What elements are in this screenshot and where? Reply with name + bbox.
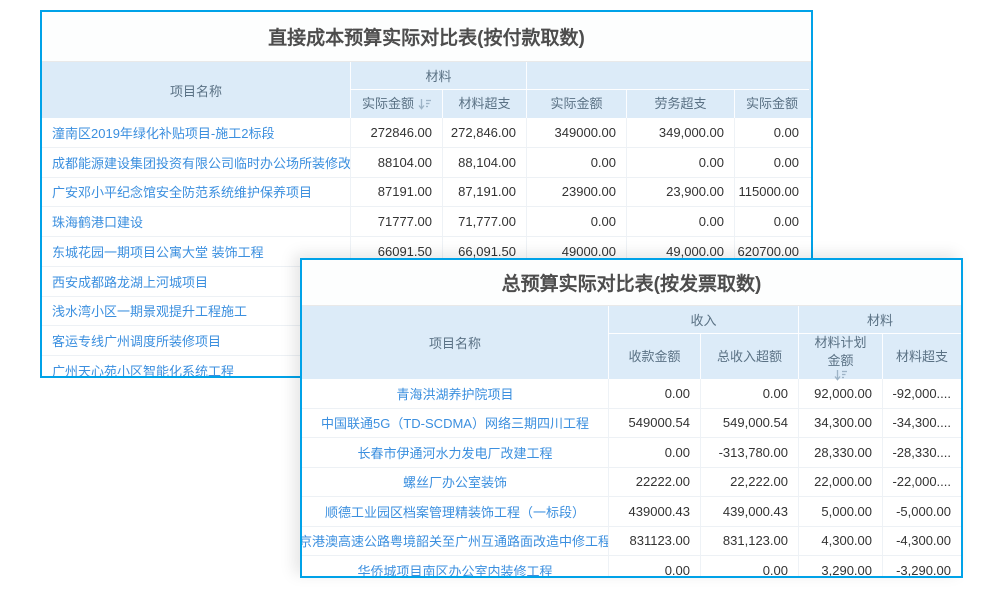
amount-cell: -5,000.00 xyxy=(882,497,961,526)
project-name-link[interactable]: 成都能源建设集团投资有限公司临时办公场所装修改造 xyxy=(42,148,350,177)
table-row: 中国联通5G（TD-SCDMA）网络三期四川工程549000.54549,000… xyxy=(302,408,961,438)
amount-cell: 71,777.00 xyxy=(442,207,526,236)
page: { "colors": { "table_border": "#00a2e8",… xyxy=(0,0,1000,600)
table-body: 青海洪湖养护院项目0.000.0092,000.00-92,000....中国联… xyxy=(302,379,961,578)
table-row: 京港澳高速公路粤境韶关至广州互通路面改造中修工程831123.00831,123… xyxy=(302,526,961,556)
column-header-material-overrun: 材料超支 xyxy=(442,90,526,118)
project-name-link[interactable]: 潼南区2019年绿化补贴项目-施工2标段 xyxy=(42,118,350,147)
project-name-link[interactable]: 华侨城项目南区办公室内装修工程 xyxy=(302,556,608,578)
amount-cell: -34,300.... xyxy=(882,409,961,438)
column-header-project-name: 项目名称 xyxy=(302,306,608,379)
amount-cell[interactable]: 0.00 xyxy=(526,148,626,177)
total-budget-table: 总预算实际对比表(按发票取数) 项目名称 收入 材料 收款金额 总收入超额 材料… xyxy=(300,258,963,578)
project-name-link[interactable]: 中国联通5G（TD-SCDMA）网络三期四川工程 xyxy=(302,409,608,438)
amount-cell[interactable]: 0.00 xyxy=(526,207,626,236)
group-header-material: 材料 xyxy=(350,62,526,89)
project-name-link[interactable]: 京港澳高速公路粤境韶关至广州互通路面改造中修工程 xyxy=(302,527,608,556)
project-name-link[interactable]: 螺丝厂办公室装饰 xyxy=(302,468,608,497)
amount-cell[interactable]: 549000.54 xyxy=(608,409,700,438)
amount-cell: 0.00 xyxy=(700,556,798,578)
amount-cell: 5,000.00 xyxy=(798,497,882,526)
amount-cell[interactable]: 87191.00 xyxy=(350,178,442,207)
amount-cell: 88,104.00 xyxy=(442,148,526,177)
table-row: 珠海鹤港口建设71777.0071,777.000.000.000.00 xyxy=(42,206,811,236)
amount-cell: 23,900.00 xyxy=(626,178,734,207)
project-name-link[interactable]: 珠海鹤港口建设 xyxy=(42,207,350,236)
amount-cell: 831,123.00 xyxy=(700,527,798,556)
amount-cell[interactable]: 0.00 xyxy=(608,556,700,578)
table-row: 顺德工业园区档案管理精装饰工程（一标段）439000.43439,000.435… xyxy=(302,496,961,526)
project-name-link[interactable]: 广安邓小平纪念馆安全防范系统维护保养项目 xyxy=(42,178,350,207)
amount-cell[interactable]: 831123.00 xyxy=(608,527,700,556)
column-header-labor-overrun: 劳务超支 xyxy=(626,90,734,118)
group-header-empty xyxy=(526,62,809,89)
column-header-project-name: 项目名称 xyxy=(42,62,350,118)
table-row: 潼南区2019年绿化补贴项目-施工2标段272846.00272,846.003… xyxy=(42,118,811,147)
amount-cell: -92,000.... xyxy=(882,379,961,408)
column-header-actual-amount[interactable]: 实际金额 xyxy=(350,90,442,118)
amount-cell[interactable]: 439000.43 xyxy=(608,497,700,526)
table-row: 螺丝厂办公室装饰22222.0022,222.0022,000.00-22,00… xyxy=(302,467,961,497)
group-header-income: 收入 xyxy=(608,306,798,333)
amount-cell: 92,000.00 xyxy=(798,379,882,408)
table-header: 项目名称 材料 实际金额 材料超支 实际金额 劳务超支 实际金额 xyxy=(42,62,811,118)
amount-cell[interactable]: 0.00 xyxy=(608,379,700,408)
amount-cell: -22,000.... xyxy=(882,468,961,497)
amount-cell[interactable]: 272846.00 xyxy=(350,118,442,147)
amount-cell[interactable]: 22222.00 xyxy=(608,468,700,497)
project-name-link[interactable]: 顺德工业园区档案管理精装饰工程（一标段） xyxy=(302,497,608,526)
project-name-link[interactable]: 青海洪湖养护院项目 xyxy=(302,379,608,408)
table-row: 广安邓小平纪念馆安全防范系统维护保养项目87191.0087,191.00239… xyxy=(42,177,811,207)
amount-cell: 3,290.00 xyxy=(798,556,882,578)
sort-descending-icon[interactable] xyxy=(418,98,431,110)
amount-cell[interactable]: 0.00 xyxy=(734,148,809,177)
amount-cell: 87,191.00 xyxy=(442,178,526,207)
table-title: 直接成本预算实际对比表(按付款取数) xyxy=(42,12,811,62)
column-header-material-overrun: 材料超支 xyxy=(882,334,961,379)
amount-cell[interactable]: 0.00 xyxy=(734,118,809,147)
amount-cell: 22,000.00 xyxy=(798,468,882,497)
amount-cell: 0.00 xyxy=(626,207,734,236)
amount-cell[interactable]: 0.00 xyxy=(608,438,700,467)
column-header-received-amount: 收款金额 xyxy=(608,334,700,379)
amount-cell[interactable]: 0.00 xyxy=(734,207,809,236)
project-name-link[interactable]: 长春市伊通河水力发电厂改建工程 xyxy=(302,438,608,467)
group-header-material: 材料 xyxy=(798,306,961,333)
table-row: 长春市伊通河水力发电厂改建工程0.00-313,780.0028,330.00-… xyxy=(302,437,961,467)
amount-cell: -3,290.00 xyxy=(882,556,961,578)
table-row: 华侨城项目南区办公室内装修工程0.000.003,290.00-3,290.00 xyxy=(302,555,961,578)
amount-cell: 22,222.00 xyxy=(700,468,798,497)
amount-cell: 34,300.00 xyxy=(798,409,882,438)
amount-cell: 0.00 xyxy=(626,148,734,177)
amount-cell: 4,300.00 xyxy=(798,527,882,556)
amount-cell[interactable]: 71777.00 xyxy=(350,207,442,236)
amount-cell: 349,000.00 xyxy=(626,118,734,147)
table-header: 项目名称 收入 材料 收款金额 总收入超额 材料计划金额 材料超支 xyxy=(302,306,961,379)
amount-cell: 439,000.43 xyxy=(700,497,798,526)
amount-cell: 28,330.00 xyxy=(798,438,882,467)
column-header-total-income-overrun: 总收入超额 xyxy=(700,334,798,379)
amount-cell: -28,330.... xyxy=(882,438,961,467)
amount-cell: -313,780.00 xyxy=(700,438,798,467)
amount-cell: 549,000.54 xyxy=(700,409,798,438)
column-header-actual-amount: 实际金额 xyxy=(526,90,626,118)
table-title: 总预算实际对比表(按发票取数) xyxy=(302,260,961,306)
amount-cell[interactable]: 349000.00 xyxy=(526,118,626,147)
amount-cell[interactable]: 88104.00 xyxy=(350,148,442,177)
column-header-material-plan-amount[interactable]: 材料计划金额 xyxy=(798,334,882,379)
amount-cell: -4,300.00 xyxy=(882,527,961,556)
amount-cell[interactable]: 23900.00 xyxy=(526,178,626,207)
amount-cell: 0.00 xyxy=(700,379,798,408)
column-header-actual-amount: 实际金额 xyxy=(734,90,809,118)
table-row: 成都能源建设集团投资有限公司临时办公场所装修改造88104.0088,104.0… xyxy=(42,147,811,177)
amount-cell: 272,846.00 xyxy=(442,118,526,147)
table-row: 青海洪湖养护院项目0.000.0092,000.00-92,000.... xyxy=(302,379,961,408)
amount-cell[interactable]: 115000.00 xyxy=(734,178,809,207)
